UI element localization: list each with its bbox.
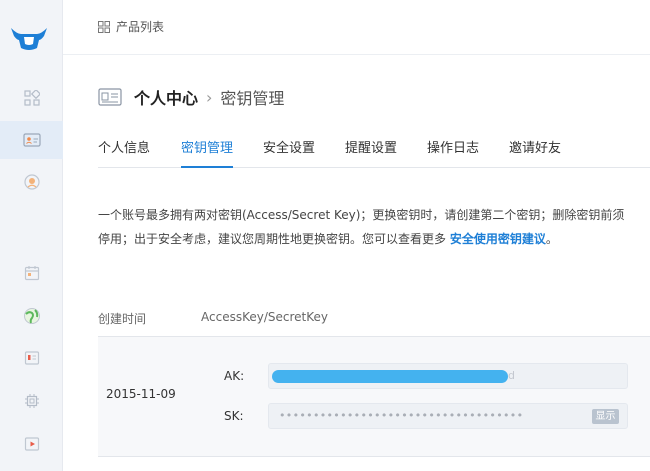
ak-label: AK:: [224, 369, 245, 383]
sidebar: [0, 0, 63, 471]
top-bar: 产品列表: [63, 0, 650, 55]
breadcrumb-key-management: 密钥管理: [220, 89, 285, 108]
table-header: 创建时间 AccessKey/SecretKey: [98, 300, 650, 337]
breadcrumb-separator: ›: [206, 87, 213, 107]
tab-reminder-settings[interactable]: 提醒设置: [345, 137, 397, 168]
dashboard-icon: [23, 90, 40, 106]
logo-icon[interactable]: [9, 24, 49, 52]
secret-key-field[interactable]: •••••••••••••••••••••••••••••••••••• 显示: [268, 403, 628, 429]
tab-invite-friends[interactable]: 邀请好友: [509, 137, 561, 168]
sidebar-item-video[interactable]: [0, 425, 63, 463]
product-list-link[interactable]: 产品列表: [116, 18, 164, 35]
tab-key-management[interactable]: 密钥管理: [181, 137, 234, 168]
tab-bar: 个人信息 密钥管理 安全设置 提醒设置 操作日志 邀请好友: [98, 130, 650, 168]
access-key-highlight: [272, 370, 508, 383]
tab-operation-log[interactable]: 操作日志: [427, 137, 479, 168]
show-secret-button[interactable]: 显示: [592, 409, 619, 424]
breadcrumb: 个人中心 › 密钥管理: [98, 86, 284, 108]
access-key-field[interactable]: d: [268, 363, 628, 389]
chip-icon: [24, 394, 39, 408]
globe-icon: [23, 308, 40, 324]
table-row: 2015-11-09 AK: d SK: •••••••••••••••••••…: [98, 337, 650, 457]
secret-key-masked: ••••••••••••••••••••••••••••••••••••: [279, 409, 524, 422]
key-description: 一个账号最多拥有两对密钥(Access/Secret Key)；更换密钥时，请创…: [98, 203, 636, 251]
breadcrumb-user-center[interactable]: 个人中心: [134, 85, 198, 109]
sidebar-item-support[interactable]: [0, 163, 63, 201]
user-card-icon: [22, 133, 41, 147]
calendar-icon: [24, 266, 39, 281]
sidebar-item-calendar[interactable]: [0, 254, 63, 292]
access-key-tail: d: [508, 369, 515, 382]
security-advice-link[interactable]: 安全使用密钥建议: [450, 232, 546, 246]
sidebar-item-dashboard[interactable]: [0, 79, 63, 117]
sk-label: SK:: [224, 409, 244, 423]
grid-icon[interactable]: [98, 21, 110, 33]
sidebar-item-chip[interactable]: [0, 382, 63, 420]
sidebar-item-user-center[interactable]: [0, 121, 63, 159]
mobile-icon: [24, 351, 39, 365]
created-date: 2015-11-09: [106, 387, 176, 401]
tab-personal-info[interactable]: 个人信息: [98, 137, 150, 168]
description-end: 。: [545, 232, 558, 246]
support-icon: [23, 174, 40, 190]
id-card-icon: [98, 88, 122, 106]
tab-security-settings[interactable]: 安全设置: [263, 137, 315, 168]
sidebar-item-mobile[interactable]: [0, 339, 63, 377]
video-icon: [24, 437, 39, 451]
sidebar-item-globe[interactable]: [0, 297, 63, 335]
header-keys: AccessKey/SecretKey: [201, 310, 328, 324]
header-created-time: 创建时间: [98, 312, 147, 326]
